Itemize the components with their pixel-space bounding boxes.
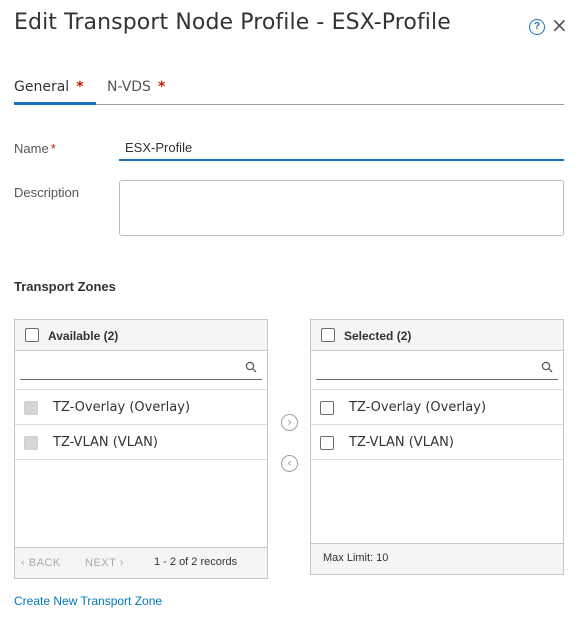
item-checkbox[interactable]: [320, 436, 334, 450]
tab-bar: General * N-VDS *: [14, 76, 564, 105]
search-icon[interactable]: [245, 361, 257, 373]
available-search: [15, 351, 267, 390]
select-all-selected-checkbox[interactable]: [321, 328, 335, 342]
max-limit-text: Max Limit: 10: [323, 552, 389, 564]
selected-search-input[interactable]: [316, 358, 558, 380]
tab-general[interactable]: General *: [14, 79, 84, 95]
required-marker: *: [157, 79, 166, 95]
select-all-available-checkbox[interactable]: [25, 328, 39, 342]
selected-search: [311, 351, 563, 390]
item-label: TZ-VLAN (VLAN): [53, 435, 158, 450]
list-item[interactable]: TZ-Overlay (Overlay): [15, 390, 267, 425]
active-tab-indicator: [14, 102, 96, 105]
records-count: 1 - 2 of 2 records: [154, 556, 238, 568]
selected-panel-title: Selected (2): [344, 329, 412, 343]
item-label: TZ-Overlay (Overlay): [53, 400, 191, 415]
pager-back-label: BACK: [28, 557, 61, 569]
item-label: TZ-VLAN (VLAN): [349, 435, 454, 450]
required-marker: *: [50, 141, 56, 156]
name-label: Name *: [14, 141, 56, 156]
search-icon[interactable]: [541, 361, 553, 373]
move-left-icon[interactable]: ‹: [281, 455, 298, 472]
list-item[interactable]: TZ-Overlay (Overlay): [311, 390, 563, 425]
tab-n-vds[interactable]: N-VDS *: [107, 79, 165, 95]
available-panel-header: Available (2): [15, 320, 267, 351]
dialog-title: Edit Transport Node Profile - ESX-Profil…: [14, 10, 451, 35]
help-icon[interactable]: ?: [529, 19, 545, 35]
list-item[interactable]: TZ-VLAN (VLAN): [311, 425, 563, 460]
transport-zones-heading: Transport Zones: [14, 279, 116, 294]
selected-panel-header: Selected (2): [311, 320, 563, 351]
close-icon[interactable]: ×: [551, 13, 568, 37]
required-marker: *: [76, 79, 84, 95]
available-panel-title: Available (2): [48, 329, 119, 343]
item-checkbox[interactable]: [320, 401, 334, 415]
pager-back-button[interactable]: ‹ BACK: [21, 557, 61, 569]
available-panel: Available (2) TZ-Overlay (Overlay) TZ-VL…: [14, 319, 268, 579]
pager-next-label: NEXT: [85, 557, 117, 569]
item-label: TZ-Overlay (Overlay): [349, 400, 487, 415]
move-right-icon[interactable]: ›: [281, 414, 298, 431]
description-input[interactable]: [119, 180, 564, 236]
item-checkbox: [24, 436, 38, 450]
selected-panel-footer: Max Limit: 10: [311, 543, 563, 574]
description-label: Description: [14, 185, 80, 200]
pager-next-button[interactable]: NEXT ›: [85, 557, 124, 569]
item-checkbox: [24, 401, 38, 415]
tab-n-vds-label: N-VDS: [107, 79, 151, 95]
list-item[interactable]: TZ-VLAN (VLAN): [15, 425, 267, 460]
name-input[interactable]: [119, 136, 564, 161]
selected-panel: Selected (2) TZ-Overlay (Overlay) TZ-VLA…: [310, 319, 564, 575]
tab-general-label: General: [14, 79, 70, 95]
name-label-text: Name: [14, 141, 49, 156]
available-panel-footer: ‹ BACK NEXT › 1 - 2 of 2 records: [15, 547, 267, 578]
available-search-input[interactable]: [20, 358, 262, 380]
create-transport-zone-link[interactable]: Create New Transport Zone: [14, 594, 162, 608]
chevron-left-icon: ‹: [21, 557, 26, 569]
chevron-right-icon: ›: [119, 557, 124, 569]
